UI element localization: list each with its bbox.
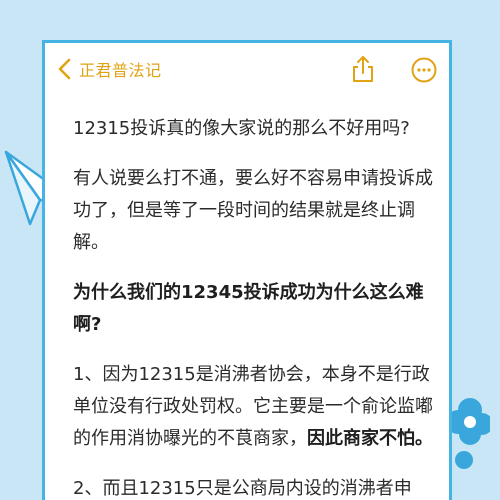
question-text: 12315投诉真的像大家说的那么不好用吗? [73,118,410,139]
top-navbar: 正君普法记 [45,43,449,95]
back-label: 正君普法记 [79,61,162,80]
paragraph-2-bold: 因此商家不怕。 [307,428,433,449]
chevron-left-icon [58,58,71,80]
share-icon[interactable] [351,55,375,83]
section-heading: 为什么我们的12345投诉成功为什么这么难啊? [73,282,424,335]
screen: 正君普法记 12315投诉真的像大家说的那么不好用吗? 有人说要么打不通，要么好… [0,0,500,500]
paragraph-2: 1、因为12315是消沸者协会，本身不是行政单位没有行政处罚权。它主要是一个俞论… [73,359,433,455]
article-content: 12315投诉真的像大家说的那么不好用吗? 有人说要么打不通，要么好不容易申请投… [73,113,433,500]
paragraph-3: 2、而且12315只是公商局内设的消沸者申 [73,478,412,499]
more-icon[interactable] [411,57,437,83]
back-button[interactable]: 正君普法记 [55,55,162,83]
paragraph-1: 有人说要么打不通，要么好不容易申请投诉成功了，但是等了一段时间的结果就是终止调解… [73,168,433,253]
article-card: 正君普法记 12315投诉真的像大家说的那么不好用吗? 有人说要么打不通，要么好… [42,40,452,500]
